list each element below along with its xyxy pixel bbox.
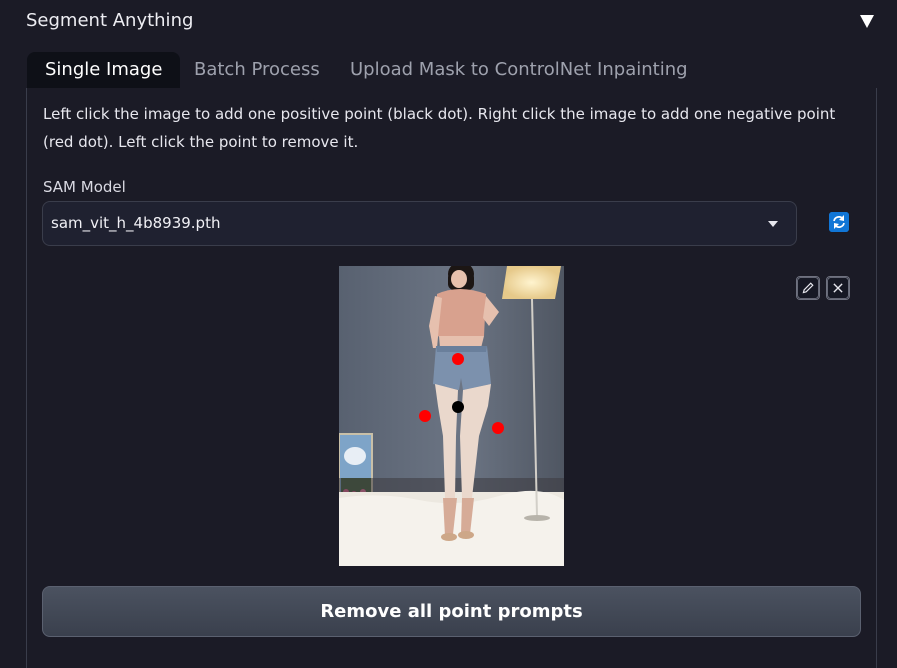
triangle-down-icon[interactable] [858,12,876,30]
instructions-text: Left click the image to add one positive… [43,105,836,151]
sam-model-value: sam_vit_h_4b8939.pth [51,214,221,232]
refresh-icon[interactable] [829,212,849,232]
pencil-icon[interactable] [796,276,820,300]
negative-point[interactable] [452,353,464,365]
negative-point[interactable] [492,422,504,434]
tab-upload-mask[interactable]: Upload Mask to ControlNet Inpainting [332,52,706,88]
point-prompts-overlay [419,353,504,434]
positive-point[interactable] [452,401,464,413]
remove-all-point-prompts-button[interactable]: Remove all point prompts [42,586,861,637]
sam-model-dropdown[interactable]: sam_vit_h_4b8939.pth [42,201,797,246]
image-canvas[interactable] [339,266,564,566]
tab-batch-process[interactable]: Batch Process [176,52,338,88]
sam-model-label: SAM Model [43,178,126,196]
chevron-down-icon [768,221,778,227]
negative-point[interactable] [419,410,431,422]
accordion-header[interactable]: Segment Anything [0,0,897,42]
close-icon[interactable] [826,276,850,300]
tab-single-image[interactable]: Single Image [27,52,181,88]
accordion-title: Segment Anything [26,10,194,31]
